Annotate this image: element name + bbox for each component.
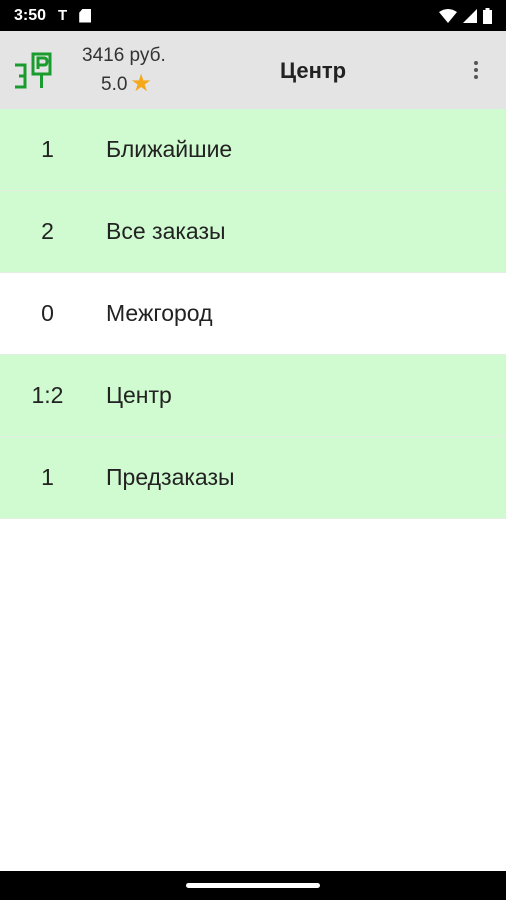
more-vert-icon[interactable]: [466, 55, 486, 85]
list-item-all-orders[interactable]: 2 Все заказы: [0, 191, 506, 273]
list-item-preorders[interactable]: 1 Предзаказы: [0, 437, 506, 519]
category-label: Предзаказы: [106, 464, 235, 490]
category-label: Ближайшие: [106, 136, 233, 162]
status-time: 3:50: [14, 6, 47, 24]
wifi-icon: [439, 8, 457, 23]
category-label: Все заказы: [106, 218, 226, 244]
list-item-intercity[interactable]: 0 Межгород: [0, 273, 506, 355]
order-category-list: 1 Ближайшие 2 Все заказы 0 Межгород 1:2 …: [0, 109, 506, 519]
category-label: Межгород: [106, 300, 213, 326]
sim-card-icon: [79, 8, 92, 23]
balance-text: 3416 руб.: [82, 45, 166, 66]
list-item-nearest[interactable]: 1 Ближайшие: [0, 109, 506, 191]
page-title: Центр: [280, 58, 347, 83]
battery-icon: [483, 7, 492, 24]
rating-value: 5.0: [101, 74, 128, 95]
home-handle[interactable]: [186, 883, 320, 888]
signal-icon: [463, 8, 477, 23]
status-bar: 3:50 T: [0, 0, 506, 31]
carrier-indicator: T: [58, 7, 68, 24]
order-count: 1:2: [31, 382, 64, 408]
app-bar: 3416 руб. 5.0 ★ Центр: [0, 31, 506, 109]
star-icon: ★: [130, 70, 152, 97]
category-label: Центр: [106, 382, 172, 408]
taxi-logo-icon[interactable]: [12, 52, 60, 90]
navigation-bar: [0, 871, 506, 900]
order-count: 1: [41, 464, 54, 490]
order-count: 1: [41, 136, 54, 162]
order-count: 2: [41, 218, 54, 244]
driver-rating: 5.0 ★: [101, 70, 152, 97]
order-count: 0: [41, 300, 54, 326]
list-item-center[interactable]: 1:2 Центр: [0, 355, 506, 437]
